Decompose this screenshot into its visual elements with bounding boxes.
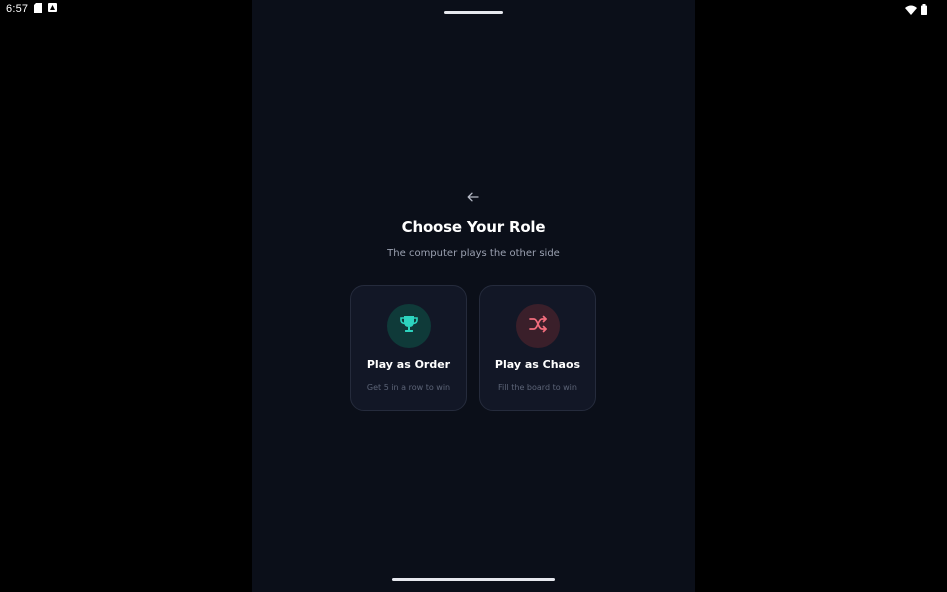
sim-card-icon	[34, 2, 43, 16]
order-card-label: Play as Order	[366, 358, 451, 371]
wifi-icon	[905, 0, 917, 19]
play-as-order-card[interactable]: Play as Order Get 5 in a row to win	[350, 285, 467, 411]
order-card-description: Get 5 in a row to win	[366, 383, 451, 392]
order-icon-circle	[387, 304, 431, 348]
battery-icon	[921, 0, 927, 19]
shuffle-icon	[528, 314, 548, 338]
app-panel: Choose Your Role The computer plays the …	[252, 0, 695, 592]
status-bar-left: 6:57	[6, 2, 58, 16]
page-title: Choose Your Role	[401, 218, 546, 236]
chaos-card-description: Fill the board to win	[498, 383, 577, 392]
status-time: 6:57	[6, 3, 29, 15]
chaos-card-label: Play as Chaos	[494, 358, 581, 371]
notification-icon	[48, 3, 58, 15]
chaos-icon-circle	[516, 304, 560, 348]
top-drag-handle[interactable]	[444, 11, 503, 14]
trophy-icon	[399, 314, 419, 338]
status-bar-right	[905, 3, 927, 15]
page-subtitle: The computer plays the other side	[387, 248, 560, 259]
device-screen: 6:57 Choose Your Role The computer plays…	[0, 0, 947, 592]
home-indicator[interactable]	[392, 578, 555, 581]
arrow-left-icon	[467, 187, 479, 206]
back-button[interactable]	[463, 189, 483, 203]
play-as-chaos-card[interactable]: Play as Chaos Fill the board to win	[479, 285, 596, 411]
